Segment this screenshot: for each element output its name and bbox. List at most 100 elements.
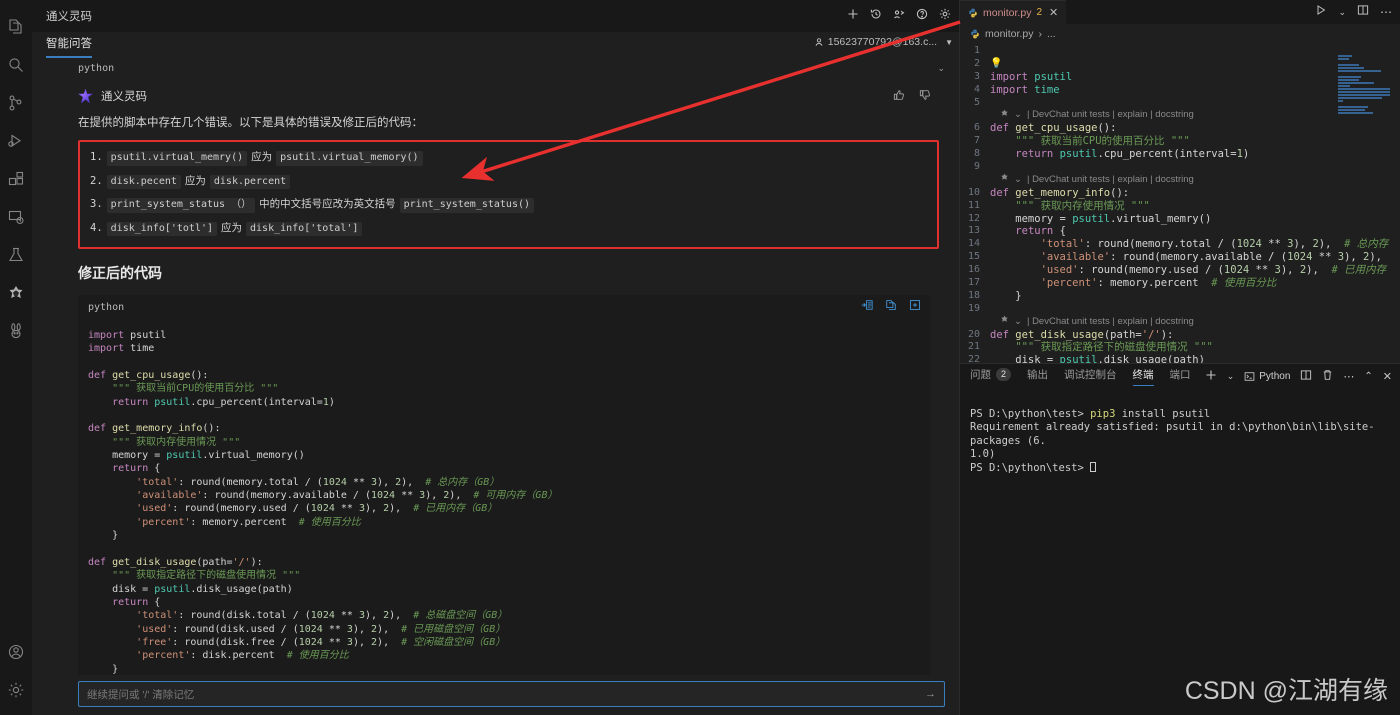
devchat-icon[interactable]	[0, 274, 32, 312]
run-debug-icon[interactable]	[0, 122, 32, 160]
terminal-output[interactable]: PS D:\python\test> pip3 install psutil R…	[960, 388, 1400, 715]
remote-explorer-icon[interactable]	[0, 198, 32, 236]
codelens-label[interactable]: | DevChat unit tests | explain | docstri…	[1027, 109, 1194, 122]
send-message-icon[interactable]: →	[925, 688, 936, 700]
share-icon[interactable]	[893, 7, 905, 25]
chevron-down-icon[interactable]: ⌄	[1014, 174, 1022, 187]
new-file-icon[interactable]	[909, 298, 921, 316]
chat-message-scroll[interactable]: 通义灵码 在提供的脚本中存在几个错误。以下是具体的错误及修正后的代码： 1. p…	[32, 76, 959, 675]
run-python-file-icon[interactable]	[1315, 3, 1327, 21]
thumbs-down-icon[interactable]	[919, 88, 931, 106]
help-icon[interactable]	[916, 7, 928, 25]
copy-code-icon[interactable]	[885, 298, 897, 316]
panel-tabs: 问题 2 输出 调试控制台 终端 端口 ⌄ Python ⋯ ⌃ ✕	[960, 364, 1400, 388]
chevron-up-icon[interactable]: ⌄	[937, 63, 945, 74]
chat-code-line: 'total': round(disk.total / (1024 ** 3),…	[88, 609, 931, 622]
breadcrumb[interactable]: monitor.py › ...	[960, 24, 1400, 43]
editor-line-row[interactable]: 5	[960, 97, 1400, 110]
panel-tab-problems[interactable]: 问题 2	[970, 367, 1012, 385]
chat-code-line: }	[88, 529, 931, 542]
chevron-down-icon[interactable]: ⌄	[1014, 316, 1022, 329]
codelens-label[interactable]: | DevChat unit tests | explain | docstri…	[1027, 316, 1194, 329]
editor-line-row[interactable]: 19	[960, 303, 1400, 316]
editor-line-row[interactable]: 7 """ 获取当前CPU的使用百分比 """	[960, 135, 1400, 148]
settings-gear-icon[interactable]	[939, 7, 951, 25]
editor-line-row[interactable]: 9	[960, 161, 1400, 174]
code-token: # 已用内存	[1331, 264, 1387, 277]
quick-fix-lightbulb-icon[interactable]: 💡	[990, 58, 1002, 71]
editor-code-area[interactable]: 1 2 💡 3 import psutil 4 import time 5 ⌄ | DevChat…	[960, 43, 1400, 363]
editor-line-row[interactable]: 17 'percent': memory.percent # 使用百分比	[960, 277, 1400, 290]
extensions-icon[interactable]	[0, 160, 32, 198]
chat-code-line: 'used': round(disk.used / (1024 ** 3), 2…	[88, 623, 931, 636]
editor-line-row[interactable]: 8 return psutil.cpu_percent(interval=1)	[960, 148, 1400, 161]
close-panel-icon[interactable]: ✕	[1383, 370, 1392, 383]
editor-line-row[interactable]: 21 """ 获取指定路径下的磁盘使用情况 """	[960, 341, 1400, 354]
csdn-watermark: CSDN @江湖有缘	[1184, 677, 1388, 705]
search-icon[interactable]	[0, 46, 32, 84]
rabbit-icon[interactable]	[0, 312, 32, 350]
editor-line-row[interactable]: 12 memory = psutil.virtual_memry()	[960, 213, 1400, 226]
editor-line-row[interactable]: 2 💡	[960, 58, 1400, 71]
panel-more-icon[interactable]: ⋯	[1343, 370, 1354, 383]
editor-line-row[interactable]: 11 """ 获取内存使用情况 """	[960, 200, 1400, 213]
codelens-row[interactable]: ⌄ | DevChat unit tests | explain | docstr…	[960, 109, 1400, 122]
split-terminal-icon[interactable]	[1300, 369, 1312, 384]
history-icon[interactable]	[870, 7, 882, 25]
codelens-label[interactable]: | DevChat unit tests | explain | docstri…	[1027, 174, 1194, 187]
code-token: .virtual_memory()	[202, 450, 305, 462]
editor-line-row[interactable]: 15 'available': round(memory.available /…	[960, 251, 1400, 264]
codelens-row[interactable]: ⌄ | DevChat unit tests | explain | docstr…	[960, 174, 1400, 187]
terminal-profile-chip[interactable]: Python	[1244, 371, 1290, 382]
code-token: ),	[1293, 238, 1313, 251]
tab-smart-qa[interactable]: 智能问答	[46, 35, 92, 58]
panel-tab-output[interactable]: 输出	[1027, 367, 1048, 385]
code-token: ():	[190, 370, 209, 382]
code-token: '/'	[232, 556, 251, 568]
minimap-line	[1338, 85, 1351, 87]
chevron-down-icon[interactable]: ⌄	[1014, 109, 1022, 122]
more-actions-icon[interactable]: ⋯	[1380, 5, 1392, 19]
editor-line-row[interactable]: 20 def get_disk_usage(path='/'):	[960, 329, 1400, 342]
testing-icon[interactable]	[0, 236, 32, 274]
panel-tab-debug-console[interactable]: 调试控制台	[1064, 367, 1117, 385]
editor-line-row[interactable]: 14 'total': round(memory.total / (1024 *…	[960, 238, 1400, 251]
chevron-down-icon[interactable]: ⌄	[1338, 7, 1346, 18]
editor-tab-monitor-py[interactable]: monitor.py 2 ✕	[960, 0, 1067, 24]
maximize-panel-icon[interactable]: ⌃	[1364, 371, 1372, 382]
chat-input-box[interactable]: 继续提问或 '/' 清除记忆 →	[78, 681, 945, 707]
account-icon[interactable]	[0, 633, 32, 671]
new-chat-icon[interactable]	[847, 7, 859, 25]
explorer-icon[interactable]	[0, 8, 32, 46]
code-token: ),	[1306, 264, 1332, 277]
editor-line-row[interactable]: 6 def get_cpu_usage():	[960, 122, 1400, 135]
editor-line-text: """ 获取内存使用情况 """	[990, 200, 1150, 213]
codelens-row[interactable]: ⌄ | DevChat unit tests | explain | docstr…	[960, 316, 1400, 329]
editor-line-row[interactable]: 13 return {	[960, 225, 1400, 238]
split-editor-icon[interactable]	[1357, 3, 1369, 21]
editor-line-row[interactable]: 4 import time	[960, 84, 1400, 97]
editor-line-row[interactable]: 18 }	[960, 290, 1400, 303]
editor-line-row[interactable]: 1	[960, 45, 1400, 58]
thumbs-up-icon[interactable]	[893, 88, 905, 106]
editor-line-row[interactable]: 3 import psutil	[960, 71, 1400, 84]
assistant-intro-text: 在提供的脚本中存在几个错误。以下是具体的错误及修正后的代码：	[78, 117, 423, 129]
error-wrong-code: psutil.virtual_memry()	[106, 151, 248, 166]
panel-tab-ports[interactable]: 端口	[1170, 367, 1191, 385]
account-chip[interactable]: 15623770792@163.c... ▼	[814, 36, 953, 48]
insert-at-cursor-icon[interactable]	[861, 298, 873, 316]
editor-line-text: }	[990, 290, 1021, 303]
source-control-icon[interactable]	[0, 84, 32, 122]
close-tab-icon[interactable]: ✕	[1049, 6, 1058, 19]
minimap[interactable]	[1338, 49, 1390, 119]
chevron-down-icon[interactable]: ▼	[945, 38, 953, 47]
panel-tab-terminal[interactable]: 终端	[1132, 367, 1154, 386]
editor-line-row[interactable]: 22 disk = psutil.disk_usage(path)	[960, 354, 1400, 363]
code-token: def	[990, 122, 1016, 135]
chevron-down-icon[interactable]: ⌄	[1227, 371, 1235, 382]
kill-terminal-icon[interactable]	[1322, 369, 1333, 384]
add-terminal-icon[interactable]	[1205, 369, 1217, 384]
settings-gear-icon[interactable]	[0, 671, 32, 709]
editor-line-row[interactable]: 10 def get_memory_info():	[960, 187, 1400, 200]
editor-line-row[interactable]: 16 'used': round(memory.used / (1024 ** …	[960, 264, 1400, 277]
